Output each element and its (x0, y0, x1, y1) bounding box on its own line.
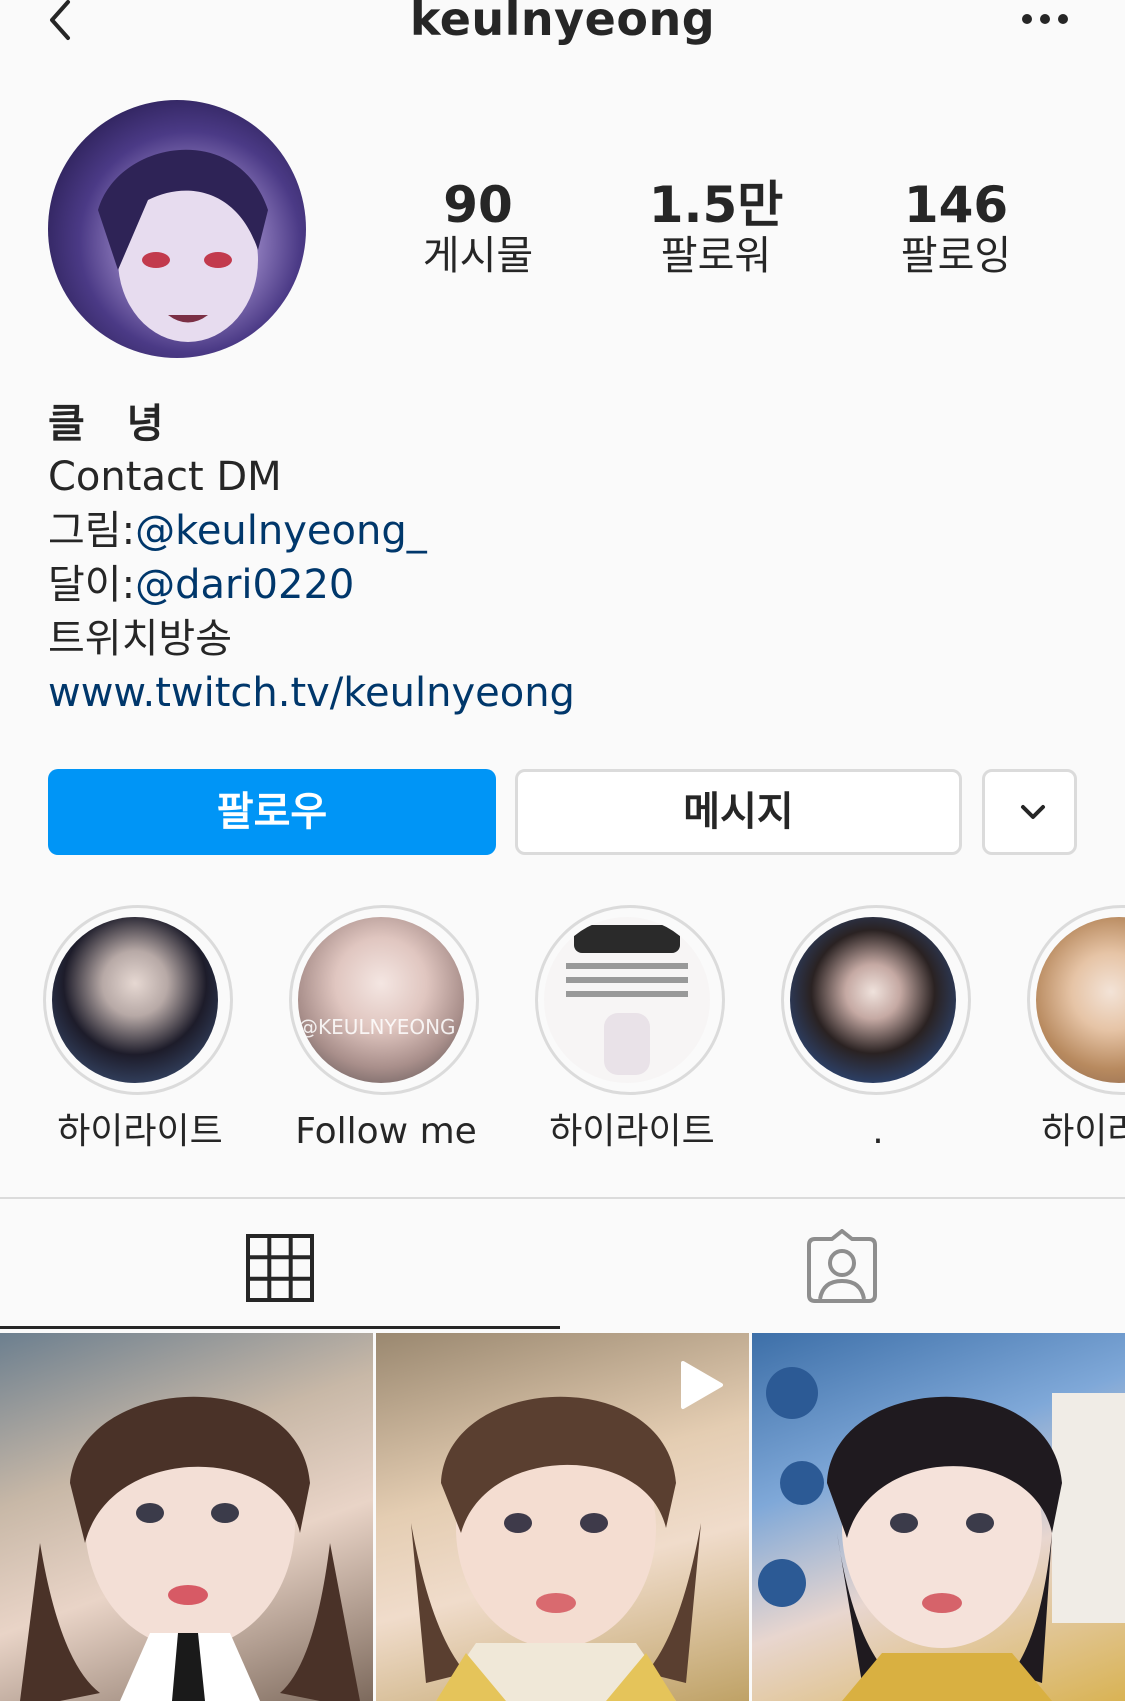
more-horizontal-icon (1022, 14, 1068, 24)
story-highlights: 하이라이트 @KEULNYEONG_ Follow me 하이라이트 . 하이라 (0, 905, 1125, 1155)
stat-following[interactable]: 146 팔로잉 (856, 178, 1056, 280)
highlight-label: . (872, 1111, 884, 1152)
post-thumbnail[interactable] (0, 1333, 373, 1701)
stat-following-label: 팔로잉 (900, 233, 1012, 279)
tab-tagged[interactable] (563, 1199, 1125, 1329)
highlight-thumbnail: @KEULNYEONG_ (298, 917, 464, 1083)
bio-drawing-prefix: 그림: (48, 508, 136, 554)
play-icon (681, 1361, 723, 1409)
highlight-label: Follow me (295, 1111, 477, 1152)
highlight-label: 하이라이트 (1041, 1111, 1125, 1152)
avatar[interactable] (48, 100, 306, 358)
highlight-thumbnail (544, 917, 710, 1083)
stat-following-count: 146 (903, 176, 1009, 234)
page-title: keulnyeong (409, 0, 716, 46)
post-image (758, 1367, 1125, 1701)
highlight-label: 하이라이트 (57, 1111, 223, 1152)
profile-page: keulnyeong 90 게시물 1.5만 팔로워 146 팔로잉 클 녕 C… (0, 0, 1125, 1701)
bio: 클 녕 Contact DM 그림:@keulnyeong_ 달이:@dari0… (48, 398, 1088, 720)
more-options-button[interactable] (1015, 4, 1075, 34)
mention-link-dari[interactable]: @dari0220 (135, 562, 354, 608)
grid-icon (246, 1234, 314, 1302)
chevron-down-icon (1021, 805, 1045, 819)
stat-posts-count: 90 (443, 176, 513, 234)
post-thumbnail[interactable] (376, 1333, 749, 1701)
profile-name: 클 녕 (48, 401, 178, 447)
bio-dari-prefix: 달이: (48, 562, 136, 608)
stat-posts-label: 게시물 (422, 233, 534, 279)
highlight-thumbnail (790, 917, 956, 1083)
bio-website-link[interactable]: www.twitch.tv/keulnyeong (48, 666, 1088, 720)
highlight-label: 하이라이트 (549, 1111, 715, 1152)
post-thumbnail[interactable] (752, 1333, 1125, 1701)
suggested-dropdown-button[interactable] (982, 769, 1077, 855)
follow-button[interactable]: 팔로우 (48, 769, 496, 855)
bio-line-contact: Contact DM (48, 454, 282, 500)
stat-followers[interactable]: 1.5만 팔로워 (616, 178, 816, 280)
bio-line-drawing: 그림:@keulnyeong_ (48, 504, 1088, 558)
stat-posts[interactable]: 90 게시물 (378, 178, 578, 280)
bio-line-twitch: 트위치방송 (48, 616, 232, 662)
active-tab-indicator (0, 1326, 560, 1329)
avatar-image (98, 149, 268, 342)
mention-link-keulnyeong[interactable]: @keulnyeong_ (135, 508, 427, 554)
highlight-overlay-text: @KEULNYEONG_ (298, 1015, 464, 1039)
tagged-person-icon (807, 1229, 877, 1303)
tab-posts-grid[interactable] (0, 1199, 562, 1329)
bio-line-dari: 달이:@dari0220 (48, 558, 1088, 612)
profile-stats: 90 게시물 1.5만 팔로워 146 팔로잉 (360, 178, 1095, 288)
post-image (20, 1396, 360, 1701)
stat-followers-count: 1.5만 (648, 176, 784, 234)
stat-followers-label: 팔로워 (660, 233, 772, 279)
highlight-thumbnail (52, 917, 218, 1083)
message-button[interactable]: 메시지 (515, 769, 962, 855)
header: keulnyeong (0, 0, 1125, 60)
